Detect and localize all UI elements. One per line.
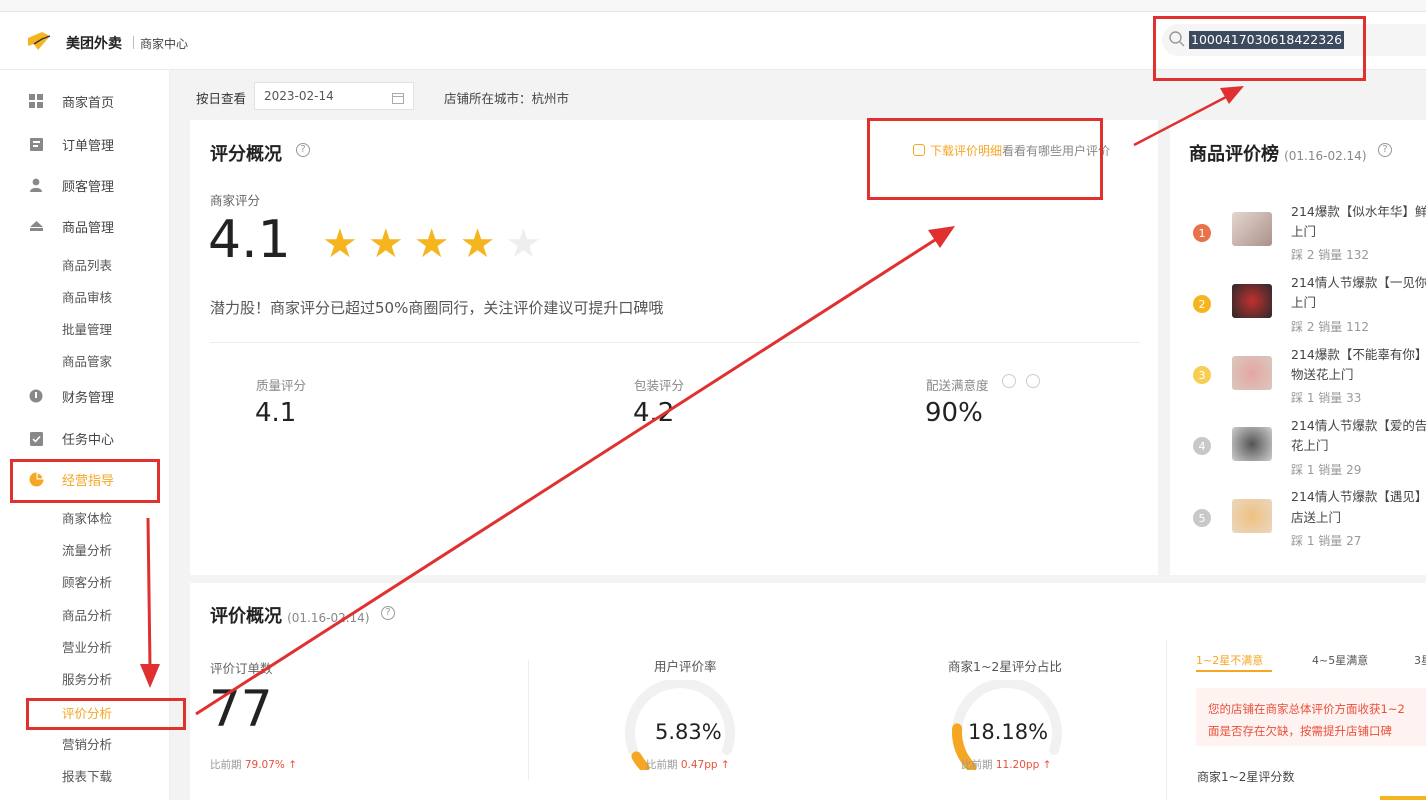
arrow-review-to-download [195,236,939,716]
annotation-arrows [140,86,1244,716]
arrow-head [1220,86,1244,104]
arrow-guide-to-review [146,517,152,669]
arrow-download-to-search [1133,94,1229,147]
arrow-head [140,664,160,688]
arrow-head [928,226,955,248]
